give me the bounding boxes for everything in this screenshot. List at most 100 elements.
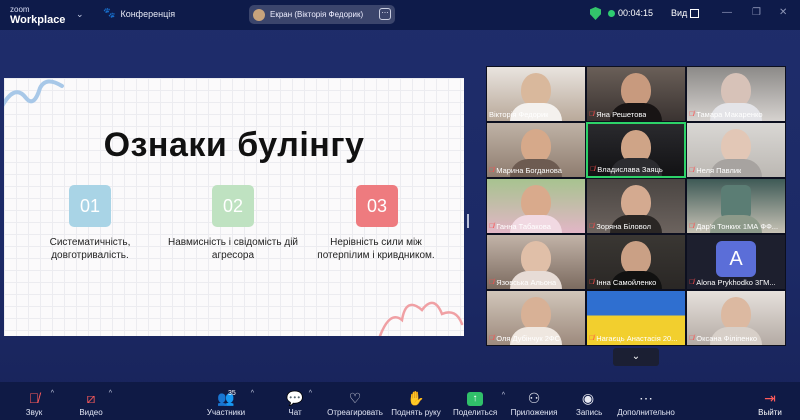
meeting-info[interactable]: 🐾 Конференція: [103, 8, 175, 19]
chevron-up-icon[interactable]: ^: [51, 390, 54, 397]
mic-off-icon: 🎙̸: [589, 223, 595, 230]
video-feed: [521, 129, 551, 163]
participant-name: 🎙̸ Владислава Заяць: [590, 165, 663, 174]
video-feed: [721, 73, 751, 107]
video-feed: [521, 241, 551, 275]
more-icon: ⋯: [639, 390, 653, 406]
hand-icon: ✋: [407, 390, 425, 406]
resize-handle[interactable]: [467, 214, 469, 228]
participant-name: 🎙̸ Ганна Табакова: [489, 222, 551, 231]
participant-tile[interactable]: A 🎙̸ Alona Prykhodko 3ГМ...: [686, 234, 786, 290]
heart-icon: ♡: [348, 390, 362, 406]
name-text: Тамара Макаренко: [696, 110, 763, 119]
reactions-button[interactable]: ♡ Отреагировать: [327, 390, 383, 417]
name-text: Нагаєць Анастасія 20...: [596, 334, 678, 343]
mic-off-icon: 🎙̸: [28, 390, 40, 406]
participant-tile[interactable]: 🎙̸ Дар'я Тонких 1МА ФФ...: [686, 178, 786, 234]
participant-tile[interactable]: 🎙̸ Оксана Філіпенко: [686, 290, 786, 346]
name-text: Владислава Заяць: [597, 165, 663, 174]
name-text: Зоряна Біловол: [596, 222, 651, 231]
participants-icon: 👥: [217, 390, 235, 406]
participant-tile[interactable]: Вікторія Федорик: [486, 66, 586, 122]
grid-view-icon[interactable]: [690, 9, 699, 18]
name-text: Alona Prykhodko 3ГМ...: [696, 278, 776, 287]
leave-button[interactable]: ⇥ Выйти: [758, 390, 782, 417]
participant-tile-active-speaker[interactable]: 🎙̸ Владислава Заяць: [586, 122, 686, 178]
decorative-squiggle-icon: [4, 79, 64, 107]
mic-off-icon: 🎙̸: [589, 279, 595, 286]
name-text: Язовська Альона: [496, 278, 557, 287]
chevron-up-icon[interactable]: ^: [502, 392, 505, 399]
meeting-toolbar: 🎙̸ Звук ^ ⧄ Видео ^ 👥 35 Участники ^ 💬 Ч…: [0, 382, 800, 420]
options-icon[interactable]: ⋯: [379, 8, 391, 20]
participants-count: 35: [228, 390, 236, 397]
participant-tile[interactable]: 🎙̸ Нагаєць Анастасія 20...: [586, 290, 686, 346]
apps-button[interactable]: ⚇ Приложения: [510, 390, 558, 417]
mic-off-icon: 🎙̸: [589, 111, 595, 118]
view-button[interactable]: Вид: [671, 8, 687, 18]
share-button[interactable]: ↑ Поделиться ^: [453, 392, 505, 417]
shared-screen: Ознаки булінгу 01 02 03 Систематичність,…: [4, 78, 464, 336]
chat-label: Чат: [288, 408, 302, 417]
chevron-up-icon[interactable]: ^: [251, 390, 254, 397]
participant-name: 🎙̸ Язовська Альона: [489, 278, 556, 287]
chevron-up-icon[interactable]: ^: [309, 390, 312, 397]
record-icon: ◉: [581, 390, 595, 406]
mic-off-icon: 🎙̸: [689, 335, 695, 342]
mic-off-icon: 🎙̸: [489, 335, 495, 342]
gallery-next-page-button[interactable]: ⌄: [613, 348, 659, 366]
name-text: Ганна Табакова: [496, 222, 551, 231]
participant-name: Вікторія Федорик: [489, 110, 548, 119]
participant-tile[interactable]: 🎙̸ Марина Богданова: [486, 122, 586, 178]
number-badge: 02: [212, 185, 254, 227]
participant-tile[interactable]: 🎙̸ Язовська Альона: [486, 234, 586, 290]
participant-tile[interactable]: 🎙̸ Яна Решетова: [586, 66, 686, 122]
slide-point-text: Нерівність сили між потерпілим і кривдни…: [317, 237, 435, 261]
participant-gallery: Вікторія Федорик 🎙̸ Яна Решетова 🎙̸ Тамара…: [486, 66, 786, 348]
participant-name: 🎙̸ Alona Prykhodko 3ГМ...: [689, 278, 776, 287]
security-shield-icon[interactable]: [590, 7, 601, 20]
close-icon[interactable]: ✕: [779, 7, 787, 18]
chevron-down-icon[interactable]: ⌄: [76, 9, 84, 20]
chevron-up-icon[interactable]: ^: [109, 390, 112, 397]
participant-tile[interactable]: 🎙̸ Тамара Макаренко: [686, 66, 786, 122]
name-text: Яна Решетова: [596, 110, 647, 119]
screen-share-indicator[interactable]: Екран (Вікторія Федорик) ⋯: [249, 5, 395, 24]
participant-name: 🎙̸ Яна Решетова: [589, 110, 646, 119]
participant-tile[interactable]: 🎙̸ Ганна Табакова: [486, 178, 586, 234]
mic-off-icon: 🎙̸: [689, 223, 695, 230]
chevron-down-icon: ⌄: [631, 351, 641, 362]
meeting-timer: 00:04:15: [618, 8, 654, 18]
zoom-logo[interactable]: zoom Workplace: [10, 5, 66, 26]
raise-hand-button[interactable]: ✋ Поднять руку: [391, 390, 441, 417]
number-badge: 03: [356, 185, 398, 227]
paw-icon: 🐾: [103, 8, 116, 19]
mic-off-icon: 🎙̸: [689, 279, 695, 286]
video-feed: [521, 73, 551, 107]
participant-tile[interactable]: 🎙̸ Оля Дубінчук 2ФС: [486, 290, 586, 346]
name-text: Вікторія Федорик: [489, 110, 549, 119]
decorative-starburst-icon: [378, 301, 464, 336]
name-text: Дар'я Тонких 1МА ФФ...: [696, 222, 779, 231]
video-feed: [721, 129, 751, 163]
video-button[interactable]: ⧄ Видео ^: [78, 390, 112, 417]
mic-off-icon: 🎙̸: [489, 223, 495, 230]
participant-tile[interactable]: 🎙̸ Неля Павлик: [686, 122, 786, 178]
participant-name: 🎙̸ Зоряна Біловол: [589, 222, 651, 231]
logo-bottom: Workplace: [10, 14, 66, 26]
minimize-icon[interactable]: —: [722, 7, 732, 18]
chat-button[interactable]: 💬 Чат ^: [286, 390, 312, 417]
slide-title: Ознаки булінгу: [103, 126, 365, 164]
participants-button[interactable]: 👥 35 Участники ^: [206, 390, 254, 417]
participant-name: 🎙̸ Дар'я Тонких 1МА ФФ...: [689, 222, 778, 231]
restore-icon[interactable]: ❐: [752, 7, 761, 18]
participant-name: 🎙̸ Неля Павлик: [689, 166, 741, 175]
reactions-label: Отреагировать: [327, 408, 383, 417]
more-label: Дополнительно: [617, 408, 675, 417]
name-text: Оксана Філіпенко: [696, 334, 758, 343]
more-button[interactable]: ⋯ Дополнительно: [617, 390, 675, 417]
participant-tile[interactable]: 🎙̸ Інна Самойленко: [586, 234, 686, 290]
record-button[interactable]: ◉ Запись: [576, 390, 602, 417]
audio-button[interactable]: 🎙̸ Звук ^: [22, 390, 54, 417]
participant-tile[interactable]: 🎙̸ Зоряна Біловол: [586, 178, 686, 234]
